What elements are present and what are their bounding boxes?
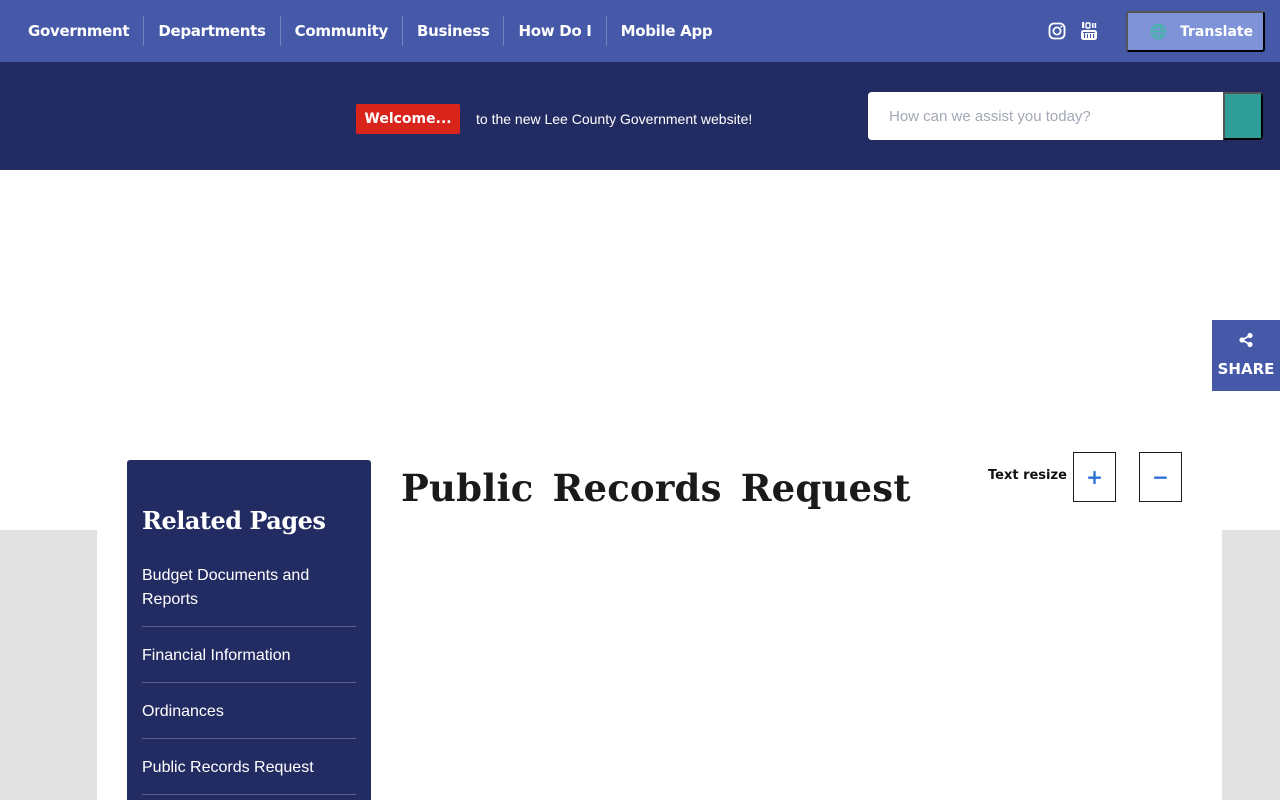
decrease-text-button[interactable]: − — [1139, 452, 1182, 502]
instagram-icon[interactable] — [1046, 20, 1068, 42]
nav-item-departments[interactable]: Departments — [144, 16, 281, 46]
search-box — [868, 92, 1263, 140]
search-button[interactable] — [1223, 92, 1263, 140]
translate-label: Translate — [1180, 23, 1254, 40]
welcome-banner: Welcome... to the new Lee County Governm… — [0, 62, 1280, 170]
related-pages-sidebar: Related Pages Budget Documents and Repor… — [127, 460, 371, 800]
page-title: Public Records Request — [401, 466, 911, 510]
globe-icon — [1149, 23, 1167, 41]
sidebar-item-budget-documents[interactable]: Budget Documents and Reports — [142, 562, 356, 627]
content-background-right — [1222, 530, 1280, 800]
content-background-left — [0, 530, 97, 800]
welcome-message: to the new Lee County Government website… — [476, 111, 753, 127]
sidebar-item-ordinances[interactable]: Ordinances — [142, 698, 356, 739]
youtube-icon[interactable] — [1078, 20, 1100, 42]
share-icon — [1238, 332, 1254, 348]
welcome-badge: Welcome... — [356, 104, 460, 134]
top-navigation-bar: Government Departments Community Busines… — [0, 0, 1280, 62]
share-button[interactable]: SHARE — [1212, 320, 1280, 391]
translate-button[interactable]: Translate — [1126, 11, 1265, 52]
nav-item-mobile-app[interactable]: Mobile App — [607, 16, 727, 46]
main-nav: Government Departments Community Busines… — [14, 0, 726, 62]
sidebar-item-public-records-request[interactable]: Public Records Request — [142, 754, 356, 795]
nav-item-government[interactable]: Government — [14, 16, 145, 46]
related-pages-list: Budget Documents and Reports Financial I… — [142, 562, 356, 800]
share-label: SHARE — [1217, 360, 1275, 378]
nav-item-community[interactable]: Community — [281, 16, 403, 46]
increase-text-button[interactable]: + — [1073, 452, 1116, 502]
text-resize-label: Text resize — [988, 468, 1067, 483]
sidebar-item-financial-information[interactable]: Financial Information — [142, 642, 356, 683]
nav-item-how-do-i[interactable]: How Do I — [504, 16, 607, 46]
nav-item-business[interactable]: Business — [403, 16, 505, 46]
sidebar-title: Related Pages — [142, 506, 326, 535]
search-input[interactable] — [868, 92, 1223, 140]
